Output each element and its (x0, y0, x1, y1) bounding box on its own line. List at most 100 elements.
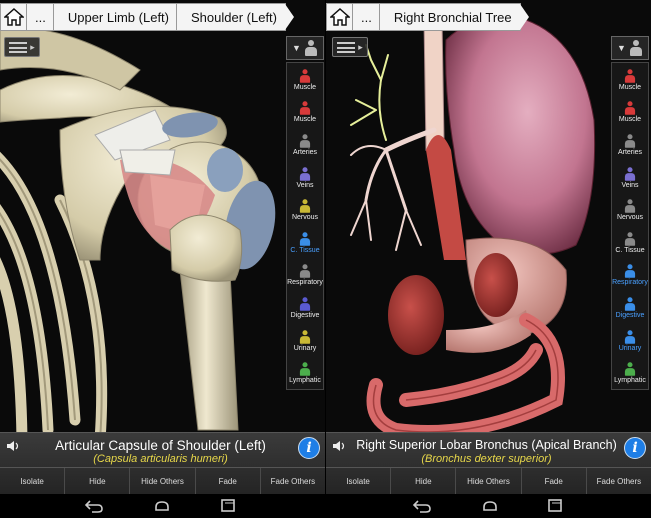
system-nav-bar (0, 494, 651, 518)
system-item-muscle[interactable]: Muscle (612, 63, 648, 96)
system-item-digestive[interactable]: Digestive (287, 291, 323, 324)
system-label: Digestive (615, 311, 645, 319)
action-bar: Isolate Hide Hide Others Fade Fade Other… (0, 467, 325, 494)
system-label: Muscle (618, 83, 642, 91)
systems-toggle-button[interactable]: ▼ (611, 36, 649, 60)
system-item-c-tissue[interactable]: C. Tissue (612, 226, 648, 259)
system-item-c-tissue[interactable]: C. Tissue (287, 226, 323, 259)
system-label: C. Tissue (615, 246, 645, 254)
home-nav-icon[interactable] (480, 498, 500, 514)
system-figure-icon (624, 329, 636, 344)
system-figure-icon (299, 329, 311, 344)
system-label: Arteries (617, 148, 643, 156)
breadcrumb-label: Upper Limb (Left) (67, 9, 169, 25)
breadcrumb-item-right-bronchial-tree[interactable]: Right Bronchial Tree (378, 3, 529, 31)
system-item-respiratory[interactable]: Respiratory (612, 259, 648, 292)
systems-toggle-button[interactable]: ▼ (286, 36, 324, 60)
system-figure-icon (624, 297, 636, 311)
system-item-arteries[interactable]: Arteries (287, 128, 323, 161)
speaker-icon[interactable] (332, 440, 346, 452)
fade-button[interactable]: Fade (522, 468, 587, 494)
person-icon (629, 40, 643, 56)
system-item-lymphatic[interactable]: Lymphatic (287, 356, 323, 389)
system-item-muscle[interactable]: Muscle (287, 96, 323, 129)
breadcrumb: ... Right Bronchial Tree (326, 3, 529, 31)
system-item-arteries[interactable]: Arteries (612, 128, 648, 161)
system-figure-icon (624, 362, 636, 376)
system-label: Respiratory (612, 279, 648, 287)
system-item-urinary[interactable]: Urinary (287, 324, 323, 357)
breadcrumb-item-shoulder[interactable]: Shoulder (Left) (176, 3, 294, 31)
breadcrumb-label: Shoulder (Left) (191, 9, 277, 25)
chevron-down-icon: ▼ (617, 43, 626, 53)
system-label: Muscle (293, 116, 317, 124)
info-panel: Articular Capsule of Shoulder (Left) (Ca… (0, 432, 325, 494)
hide-others-button[interactable]: Hide Others (456, 468, 522, 494)
system-figure-icon (624, 101, 636, 116)
system-item-nervous[interactable]: Nervous (287, 193, 323, 226)
breadcrumb-more-label: ... (361, 9, 372, 25)
structure-latin-name: (Capsula articularis humeri) (93, 453, 228, 465)
home-icon (330, 8, 350, 26)
system-figure-icon (624, 264, 636, 279)
right-panel: ... Right Bronchial Tree ▸ ▼ Muscle Muscl… (326, 0, 651, 494)
back-icon[interactable] (84, 498, 104, 514)
system-item-veins[interactable]: Veins (612, 161, 648, 194)
fade-others-button[interactable]: Fade Others (587, 468, 651, 494)
system-item-lymphatic[interactable]: Lymphatic (612, 356, 648, 389)
breadcrumb-item-upper-limb[interactable]: Upper Limb (Left) (52, 3, 186, 31)
breadcrumb: ... Upper Limb (Left) Shoulder (Left) (0, 3, 294, 31)
system-item-respiratory[interactable]: Respiratory (287, 259, 323, 292)
system-label: Veins (621, 181, 639, 189)
system-figure-icon (299, 166, 311, 181)
system-figure-icon (299, 101, 311, 116)
hide-button[interactable]: Hide (65, 468, 131, 494)
structure-list-button[interactable]: ▸ (4, 37, 40, 57)
system-item-urinary[interactable]: Urinary (612, 324, 648, 357)
back-icon[interactable] (412, 498, 432, 514)
speaker-icon[interactable] (6, 440, 20, 452)
system-figure-icon (624, 231, 636, 246)
systems-panel: Muscle Muscle Arteries Veins Nervous C. Tissu… (286, 62, 324, 390)
system-item-digestive[interactable]: Digestive (612, 291, 648, 324)
system-item-nervous[interactable]: Nervous (612, 193, 648, 226)
chevron-right-icon: ▸ (358, 41, 363, 52)
system-label: Lymphatic (614, 377, 646, 385)
shoulder-3d-view[interactable] (0, 0, 325, 494)
system-figure-icon (299, 362, 311, 376)
home-icon (4, 8, 24, 26)
system-figure-icon (624, 68, 636, 83)
structure-list-button[interactable]: ▸ (332, 37, 368, 57)
structure-latin-name: (Bronchus dexter superior) (421, 453, 552, 465)
isolate-button[interactable]: Isolate (326, 468, 392, 494)
fade-button[interactable]: Fade (196, 468, 261, 494)
recents-icon[interactable] (218, 498, 238, 514)
recents-icon[interactable] (545, 498, 565, 514)
system-label: Respiratory (287, 279, 323, 287)
system-item-muscle[interactable]: Muscle (612, 96, 648, 129)
system-item-veins[interactable]: Veins (287, 161, 323, 194)
system-label: Lymphatic (289, 377, 321, 385)
system-label: Arteries (292, 148, 318, 156)
system-label: Digestive (290, 311, 320, 319)
info-panel: Right Superior Lobar Bronchus (Apical Br… (326, 432, 651, 494)
fade-others-button[interactable]: Fade Others (261, 468, 325, 494)
person-icon (304, 40, 318, 56)
system-label: Muscle (293, 83, 317, 91)
system-figure-icon (299, 68, 311, 83)
isolate-button[interactable]: Isolate (0, 468, 66, 494)
system-label: Muscle (618, 116, 642, 124)
hide-button[interactable]: Hide (391, 468, 457, 494)
system-figure-icon (299, 199, 311, 213)
info-icon[interactable]: i (624, 437, 646, 459)
breadcrumb-home[interactable] (326, 3, 362, 31)
bronchial-3d-view[interactable] (326, 0, 651, 494)
list-icon (337, 41, 356, 53)
hide-others-button[interactable]: Hide Others (130, 468, 196, 494)
breadcrumb-home[interactable] (0, 3, 36, 31)
chevron-right-icon: ▸ (30, 41, 35, 52)
breadcrumb-label: Right Bronchial Tree (393, 9, 512, 25)
info-icon[interactable]: i (298, 437, 320, 459)
home-nav-icon[interactable] (152, 498, 172, 514)
system-item-muscle[interactable]: Muscle (287, 63, 323, 96)
